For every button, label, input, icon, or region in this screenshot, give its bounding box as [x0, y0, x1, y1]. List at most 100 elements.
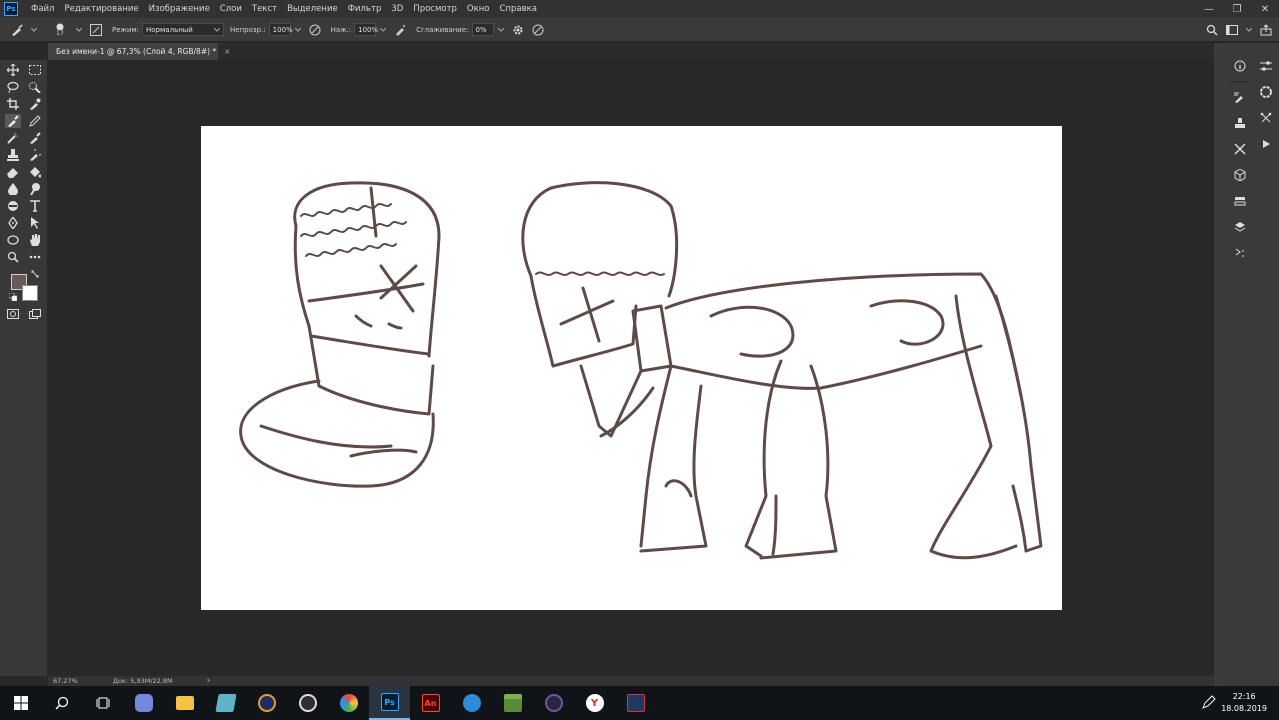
menu-item[interactable]: Слои — [215, 4, 247, 14]
notes-app-icon[interactable] — [205, 686, 246, 720]
airbrush-icon[interactable] — [393, 23, 407, 37]
document-tab[interactable]: Без имени-1 @ 67,3% (Слой 4, RGB/8#) * × — [48, 43, 230, 60]
paths-icon[interactable] — [1227, 240, 1253, 266]
brush-size-picker[interactable]: 17 — [51, 23, 69, 37]
smoothing-field[interactable]: 0% — [471, 23, 494, 36]
smudge-tool-icon[interactable] — [27, 182, 43, 196]
chevron-down-icon[interactable] — [294, 23, 302, 37]
vertical-scrollbar[interactable] — [1214, 43, 1226, 686]
more-tools-icon[interactable] — [27, 250, 43, 264]
minecraft-icon[interactable] — [492, 686, 533, 720]
search-icon[interactable] — [41, 686, 82, 720]
menu-item[interactable]: Текст — [247, 4, 282, 14]
clone-stamp-tool-icon[interactable] — [5, 148, 21, 162]
search-icon[interactable] — [1205, 23, 1219, 37]
zoom-level[interactable]: 67,27% — [53, 677, 103, 685]
status-menu-arrow[interactable]: › — [207, 676, 211, 686]
system-clock[interactable]: 22:16 18.08.2019 — [1221, 686, 1267, 720]
paint-bucket-tool-icon[interactable] — [27, 165, 43, 179]
brush-tool-icon[interactable] — [5, 114, 21, 128]
chevron-down-icon[interactable] — [497, 23, 505, 37]
chevron-down-icon[interactable] — [1245, 23, 1253, 37]
brush-preset-icon[interactable] — [10, 23, 24, 37]
pen-ink-icon[interactable] — [1201, 694, 1219, 712]
restore-button[interactable]: ❐ — [1223, 0, 1251, 18]
crop-tool-icon[interactable] — [5, 97, 21, 111]
tool-presets-icon[interactable] — [1227, 136, 1253, 162]
close-icon[interactable]: × — [224, 47, 230, 56]
animate-taskbar-icon[interactable]: An — [410, 686, 451, 720]
discord-icon[interactable] — [123, 686, 164, 720]
blur-tool-icon[interactable] — [5, 182, 21, 196]
type-tool-icon[interactable] — [27, 199, 43, 213]
task-view-icon[interactable] — [82, 686, 123, 720]
menu-item[interactable]: Фильтр — [343, 4, 387, 14]
file-explorer-icon[interactable] — [164, 686, 205, 720]
eyedropper-tool-icon[interactable] — [27, 97, 43, 111]
lasso-tool-icon[interactable] — [5, 80, 21, 94]
pencil-tool-icon[interactable] — [27, 114, 43, 128]
pressure-field[interactable]: 100% — [354, 23, 378, 36]
brush-panel-icon[interactable] — [89, 23, 103, 37]
photoshop-taskbar-icon[interactable]: Ps — [369, 686, 410, 720]
pen-tool-icon[interactable] — [5, 216, 21, 230]
pressure-opacity-icon[interactable] — [308, 23, 322, 37]
info-icon[interactable] — [1227, 53, 1253, 79]
move-tool-icon[interactable] — [5, 63, 21, 77]
tool-app-icon[interactable] — [615, 686, 656, 720]
menu-item[interactable]: Файл — [26, 4, 59, 14]
path-selection-tool-icon[interactable] — [27, 216, 43, 230]
share-icon[interactable] — [1259, 23, 1273, 37]
color-replacement-tool-icon[interactable] — [27, 131, 43, 145]
browser-icon[interactable] — [328, 686, 369, 720]
obs-icon[interactable] — [287, 686, 328, 720]
swap-colors-icon[interactable] — [30, 269, 40, 279]
swatches-icon[interactable] — [1253, 105, 1279, 131]
color-icon[interactable] — [1253, 79, 1279, 105]
zoom-tool-icon[interactable] — [5, 250, 21, 264]
background-color-swatch[interactable] — [22, 285, 38, 301]
minimize-button[interactable]: — — [1195, 0, 1223, 18]
hand-tool-icon[interactable] — [27, 233, 43, 247]
yandex-browser-icon[interactable]: Y — [574, 686, 615, 720]
eraser-tool-icon[interactable] — [5, 165, 21, 179]
sketch-stroke — [639, 364, 673, 548]
chevron-down-icon[interactable] — [75, 23, 83, 37]
dodge-tool-icon[interactable] — [5, 199, 21, 213]
menu-item[interactable]: Редактирование — [59, 4, 143, 14]
play-icon[interactable] — [1253, 131, 1279, 157]
menu-item[interactable]: Изображение — [144, 4, 215, 14]
history-brush-tool-icon[interactable] — [27, 148, 43, 162]
quick-mask-icon[interactable] — [5, 307, 21, 321]
chevron-down-icon[interactable] — [30, 23, 38, 37]
windows-start-icon[interactable] — [0, 686, 41, 720]
quick-selection-tool-icon[interactable] — [27, 80, 43, 94]
ellipse-tool-icon[interactable] — [5, 233, 21, 247]
default-colors-icon[interactable] — [8, 292, 18, 302]
game-launcher-icon[interactable] — [246, 686, 287, 720]
adjustments-icon[interactable] — [1253, 53, 1279, 79]
channels-icon[interactable] — [1227, 188, 1253, 214]
menu-item[interactable]: Справка — [495, 4, 542, 14]
3d-icon[interactable] — [1227, 162, 1253, 188]
screen-mode-icon[interactable] — [27, 307, 43, 321]
canvas[interactable] — [201, 126, 1062, 610]
marquee-tool-icon[interactable] — [27, 63, 43, 77]
game-app-icon[interactable] — [533, 686, 574, 720]
chevron-down-icon[interactable] — [379, 23, 387, 37]
menu-item[interactable]: Выделение — [282, 4, 343, 14]
close-button[interactable]: ✕ — [1251, 0, 1279, 18]
layers-icon[interactable] — [1227, 214, 1253, 240]
menu-item[interactable]: Просмотр — [408, 4, 462, 14]
clone-source-icon[interactable] — [1227, 110, 1253, 136]
brush-settings-icon[interactable] — [1227, 84, 1253, 110]
menu-item[interactable]: Окно — [462, 4, 495, 14]
menu-item[interactable]: 3D — [386, 4, 408, 14]
pressure-size-icon[interactable] — [531, 23, 545, 37]
opacity-field[interactable]: 100% — [268, 23, 293, 36]
workspace-icon[interactable] — [1225, 23, 1239, 37]
spot-healing-tool-icon[interactable] — [5, 131, 21, 145]
mode-select[interactable]: Нормальный — [142, 23, 225, 36]
gear-icon[interactable] — [511, 23, 525, 37]
chat-app-icon[interactable] — [451, 686, 492, 720]
